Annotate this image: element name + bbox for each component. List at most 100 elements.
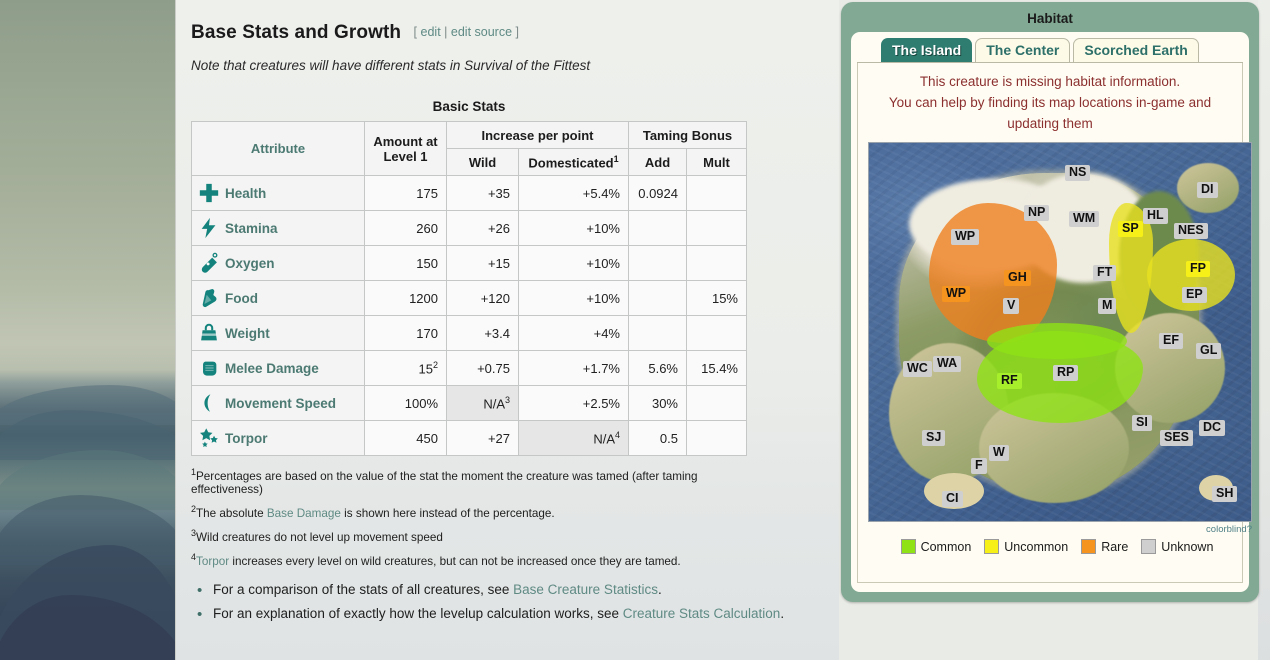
header-mult: Mult	[686, 148, 747, 176]
legend-label: Rare	[1101, 539, 1129, 554]
footnote-ref-4: 4	[614, 429, 620, 440]
map-region-label: SI	[1132, 415, 1152, 431]
stat-taming-add-cell: 30%	[628, 385, 687, 421]
stat-domesticated-cell: +10%	[518, 245, 629, 281]
background-right-strip	[1258, 0, 1270, 660]
stat-domesticated-cell: +10%	[518, 280, 629, 316]
background-landscape-image	[0, 0, 175, 660]
list-item-text: For a comparison of the stats of all cre…	[213, 581, 514, 597]
header-increase-per-point: Increase per point	[446, 121, 629, 149]
footnote-link[interactable]: Base Damage	[267, 507, 341, 520]
stat-wild-cell: +3.4	[446, 315, 519, 351]
stat-amount-cell: 260	[364, 210, 447, 246]
header-add: Add	[628, 148, 687, 176]
map-region-label: FT	[1093, 265, 1117, 281]
footnote-text: Percentages are based on the value of th…	[191, 469, 698, 496]
map-region-label: W	[989, 445, 1009, 461]
stat-wild-cell: +0.75	[446, 350, 519, 386]
stat-attribute-cell: Torpor	[191, 420, 365, 456]
footnote: 1Percentages are based on the value of t…	[191, 466, 771, 496]
legend-item: Common	[900, 539, 972, 554]
header-domesticated-label: Domesticated	[528, 155, 614, 171]
stat-taming-mult-cell: 15.4%	[686, 350, 747, 386]
map-region-label: RF	[997, 373, 1022, 389]
table-row: Health 175 +35 +5.4% 0.0924	[191, 175, 747, 211]
footnote-ref-2: 2	[432, 359, 438, 370]
stat-domesticated-cell: +1.7%	[518, 350, 629, 386]
article-content: Base Stats and Growth [ edit | edit sour…	[175, 0, 839, 660]
map-region-label: NES	[1174, 223, 1208, 239]
stat-amount-cell: 1200	[364, 280, 447, 316]
map-region-label: EP	[1182, 287, 1207, 303]
island-map[interactable]: NS DI NP WM HL SP NES WP FP FT GH EP M WP V EF GL WA RP WC R…	[868, 142, 1252, 522]
weight-icon	[198, 322, 220, 344]
torpor-icon	[198, 427, 220, 449]
footnote-text: The absolute	[196, 506, 267, 520]
table-row: Melee Damage 152 +0.75 +1.7% 5.6% 15.4%	[191, 350, 747, 386]
map-region-label: WM	[1069, 211, 1100, 227]
stat-taming-add-cell	[628, 210, 687, 246]
stat-taming-add-cell: 5.6%	[628, 350, 687, 386]
edit-source-link[interactable]: edit source	[451, 25, 512, 39]
legend-item: Unknown	[1141, 539, 1213, 554]
table-row: Torpor 450 +27 N/A4 0.5	[191, 420, 747, 456]
map-region-label: M	[1098, 298, 1117, 314]
tab-the-island[interactable]: The Island	[881, 38, 973, 62]
legend-item: Rare	[1081, 539, 1128, 554]
legend-label: Unknown	[1161, 539, 1214, 554]
stat-attribute-cell: Stamina	[191, 210, 365, 246]
missing-habitat-line: This creature is missing habitat informa…	[919, 74, 1181, 89]
map-region-label: DI	[1197, 182, 1218, 198]
stat-attribute-label: Food	[225, 291, 258, 306]
stat-wild-cell: +35	[446, 175, 519, 211]
stat-amount-cell: 100%	[364, 385, 447, 421]
footnotes: 1Percentages are based on the value of t…	[191, 466, 771, 568]
table-row: Stamina 260 +26 +10%	[191, 210, 747, 246]
stat-taming-mult-cell	[686, 210, 747, 246]
stat-domesticated-cell: +5.4%	[518, 175, 629, 211]
habitat-panel: Habitat The Island The Center Scorched Ear…	[841, 2, 1259, 602]
stat-attribute-label: Movement Speed	[225, 396, 337, 411]
map-region-label: EF	[1159, 333, 1183, 349]
map-region-label: CI	[942, 491, 963, 507]
map-region-label: HL	[1143, 208, 1168, 224]
list-item-link[interactable]: Base Creature Statistics	[513, 582, 658, 597]
map-region-label: FP	[1186, 261, 1210, 277]
habitat-title: Habitat	[1027, 11, 1073, 26]
list-item-text: For an explanation of exactly how the le…	[213, 605, 623, 621]
footnote-link[interactable]: Torpor	[196, 555, 229, 568]
stat-attribute-label: Stamina	[225, 221, 278, 236]
stat-domesticated-cell: N/A4	[518, 420, 629, 456]
map-region-label: SJ	[922, 430, 946, 446]
header-level-1: Level 1	[383, 148, 428, 164]
missing-habitat-line: You can help by finding its map location…	[888, 95, 1212, 110]
map-region-label: GL	[1196, 343, 1222, 359]
footnote-ref-3: 3	[504, 394, 510, 405]
stat-taming-mult-cell	[686, 385, 747, 421]
legend-label: Common	[920, 539, 972, 554]
edit-link[interactable]: edit	[421, 25, 441, 39]
separator: |	[444, 25, 448, 39]
tab-the-center[interactable]: The Center	[975, 38, 1071, 62]
stat-taming-add-cell: 0.5	[628, 420, 687, 456]
stat-amount-cell: 150	[364, 245, 447, 281]
list-item-link[interactable]: Creature Stats Calculation	[623, 606, 781, 621]
map-region-label: V	[1003, 298, 1020, 314]
stat-taming-add-cell	[628, 315, 687, 351]
stat-taming-add-cell	[628, 280, 687, 316]
map-legend: Common Uncommon Rare Unknown	[868, 539, 1252, 554]
stat-attribute-label: Melee Damage	[225, 361, 319, 376]
stat-attribute-cell: Movement Speed	[191, 385, 365, 421]
header-amount-at-level-1: Amount at Level 1	[364, 121, 447, 176]
sotf-note: Note that creatures will have different …	[191, 58, 591, 73]
tab-scorched-earth[interactable]: Scorched Earth	[1073, 38, 1199, 62]
colorblind-link[interactable]: colorblind?	[868, 524, 1252, 535]
map-region-label: RP	[1053, 365, 1079, 381]
stat-taming-add-cell: 0.0924	[628, 175, 687, 211]
list-item: For an explanation of exactly how the le…	[197, 605, 824, 623]
legend-swatch	[1141, 539, 1157, 554]
map-region-label: SH	[1212, 486, 1238, 502]
stat-taming-add-cell	[628, 245, 687, 281]
stat-amount-cell: 450	[364, 420, 447, 456]
stat-attribute-label: Weight	[225, 326, 270, 341]
